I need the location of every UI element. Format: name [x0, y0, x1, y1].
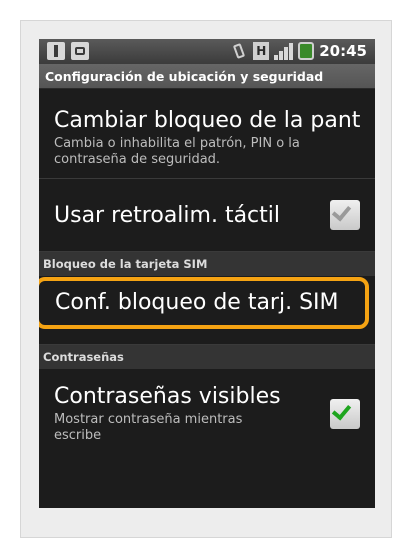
- visible-passwords-checkbox[interactable]: [330, 399, 360, 429]
- page-title: Configuración de ubicación y seguridad: [39, 64, 375, 89]
- checkmark-icon: [331, 201, 352, 222]
- change-lock-summary: Cambia o inhabilita el patrón, PIN o la …: [54, 136, 300, 167]
- section-header-sim: Bloqueo de la tarjeta SIM: [39, 252, 375, 276]
- vibrate-icon: [230, 42, 248, 60]
- change-lock-item[interactable]: Cambiar bloqueo de la pantalla Cambia o …: [39, 89, 375, 179]
- sim-lock-item[interactable]: Conf. bloqueo de tarj. SIM: [39, 276, 375, 345]
- settings-list: Cambiar bloqueo de la pantalla Cambia o …: [39, 89, 375, 474]
- checkmark-icon: [331, 400, 352, 421]
- visible-passwords-summary: Mostrar contraseña mientras escribe: [54, 412, 243, 443]
- change-lock-title: Cambiar bloqueo de la pantalla: [54, 108, 360, 133]
- status-time: 20:45: [319, 42, 367, 60]
- highlight-outline: [39, 277, 369, 329]
- haptic-feedback-title: Usar retroalim. táctil: [54, 203, 281, 228]
- status-bar: H 20:45: [39, 39, 375, 64]
- phone-screen: H 20:45 Configuración de ubicación y seg…: [39, 39, 375, 508]
- haptic-feedback-item[interactable]: Usar retroalim. táctil: [39, 179, 375, 252]
- hsdpa-icon: H: [253, 42, 270, 60]
- visible-passwords-title: Contraseñas visibles: [54, 384, 281, 409]
- visible-passwords-item[interactable]: Contraseñas visibles Mostrar contraseña …: [39, 369, 375, 474]
- signal-icon: [274, 42, 294, 60]
- bag-icon: [71, 42, 89, 60]
- battery-icon: [298, 42, 315, 60]
- section-header-passwords: Contraseñas: [39, 345, 375, 369]
- haptic-feedback-checkbox[interactable]: [330, 200, 360, 230]
- usb-icon: [47, 42, 65, 60]
